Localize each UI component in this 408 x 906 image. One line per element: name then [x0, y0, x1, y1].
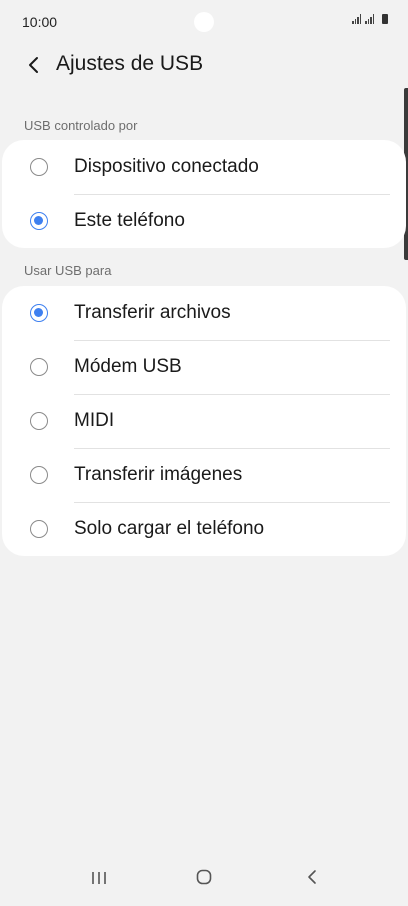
radio-unchecked-icon[interactable]	[30, 520, 48, 538]
option-label: Transferir imágenes	[74, 464, 243, 485]
nav-back-icon[interactable]	[304, 868, 320, 886]
home-icon[interactable]	[196, 869, 212, 885]
radio-unchecked-icon[interactable]	[30, 412, 48, 430]
option-label: Módem USB	[74, 356, 182, 377]
app-header: Ajustes de USB	[0, 50, 408, 80]
option-label: Solo cargar el teléfono	[74, 518, 265, 539]
option-label: Este teléfono	[74, 210, 185, 231]
option-usb-modem[interactable]: Módem USB	[2, 340, 406, 394]
section-label-usb-controlled-by: USB controlado por	[24, 118, 138, 133]
status-bar: 10:00	[0, 0, 408, 44]
option-connected-device[interactable]: Dispositivo conectado	[2, 140, 406, 194]
status-icons	[352, 14, 388, 24]
section-label-use-usb-for: Usar USB para	[24, 263, 112, 278]
option-transfer-images[interactable]: Transferir imágenes	[2, 448, 406, 502]
signal-icon-2	[365, 14, 374, 24]
recent-apps-icon[interactable]	[90, 870, 108, 886]
radio-checked-icon[interactable]	[30, 304, 48, 322]
status-time: 10:00	[22, 14, 58, 30]
navigation-bar	[0, 850, 408, 906]
option-this-phone[interactable]: Este teléfono	[2, 194, 406, 248]
card-use-usb-for: Transferir archivos Módem USB MIDI Trans…	[2, 286, 406, 556]
signal-icon	[352, 14, 361, 24]
option-charge-only[interactable]: Solo cargar el teléfono	[2, 502, 406, 556]
radio-unchecked-icon[interactable]	[30, 358, 48, 376]
battery-icon	[382, 14, 388, 24]
option-midi[interactable]: MIDI	[2, 394, 406, 448]
option-transfer-files[interactable]: Transferir archivos	[2, 286, 406, 340]
option-label: Transferir archivos	[74, 302, 231, 323]
chevron-left-icon[interactable]	[24, 54, 46, 76]
camera-cutout	[194, 12, 214, 32]
card-usb-controlled-by: Dispositivo conectado Este teléfono	[2, 140, 406, 248]
radio-checked-icon[interactable]	[30, 212, 48, 230]
page-title: Ajustes de USB	[56, 52, 204, 75]
option-label: MIDI	[74, 410, 115, 431]
radio-unchecked-icon[interactable]	[30, 466, 48, 484]
radio-unchecked-icon[interactable]	[30, 158, 48, 176]
option-label: Dispositivo conectado	[74, 156, 259, 177]
